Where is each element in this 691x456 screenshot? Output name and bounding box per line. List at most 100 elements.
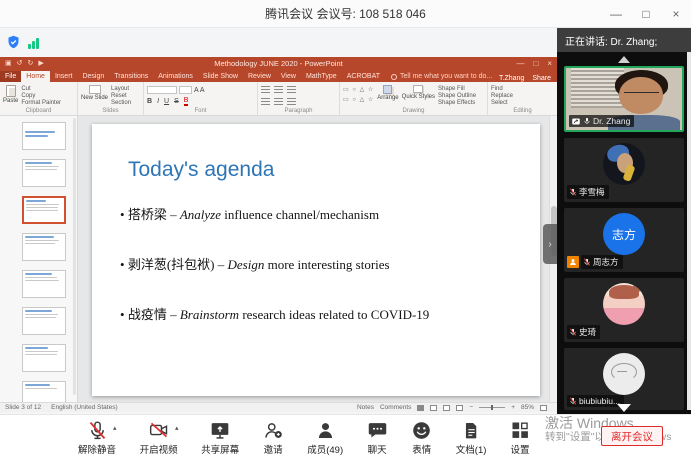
arrange-button[interactable]: Arrange [377,84,399,101]
slide-thumbnail-7[interactable] [22,344,66,372]
zoom-in-button[interactable]: + [511,404,515,411]
ribbon-group-editing: Find Replace Select Editing [491,86,532,114]
numbering-button[interactable] [274,86,283,94]
slide-bullet-1: • 搭桥梁 – Analyze influence channel/mechan… [120,207,380,222]
font-color-button[interactable]: B [183,97,189,106]
shape-effects-button[interactable]: Shape Effects [438,100,476,106]
strikethrough-button[interactable]: S [174,98,179,105]
ppt-account-name[interactable]: T.Zhang [499,75,524,82]
slide-sorter-view-icon[interactable] [430,404,438,411]
language-indicator[interactable]: English (United States) [51,404,117,411]
participant-tile-dr-zhang[interactable]: Dr. Zhang [564,66,684,132]
zoom-slider[interactable] [479,405,506,410]
scroll-up-icon[interactable] [618,56,630,63]
align-right-button[interactable] [287,98,296,106]
participant-tile-lixuemei[interactable]: 李雪梅 [564,138,684,202]
slide-thumbnail-5[interactable] [22,270,66,298]
participants-sidebar: 正在讲话: Dr. Zhang; Dr. Zhang 李雪梅 志方 周志方 史琦… [543,28,691,414]
minimize-button[interactable]: — [601,0,631,28]
grow-shrink-font-buttons[interactable]: A A [194,87,205,94]
find-button[interactable]: Find [491,86,513,92]
tab-home[interactable]: Home [21,71,50,82]
tab-acrobat[interactable]: ACROBAT [342,71,385,82]
speaking-banner: 正在讲话: Dr. Zhang; [557,28,691,52]
video-options-caret[interactable]: ▴ [175,424,179,432]
ppt-share-button[interactable]: Share [532,75,551,82]
slide-thumbnail-2[interactable] [22,159,66,187]
underline-button[interactable]: U [164,98,169,105]
chat-button[interactable]: 聊天 [367,417,388,456]
share-screen-button[interactable]: 共享屏幕 [201,417,239,456]
format-painter-button[interactable]: Format Painter [21,100,61,106]
participant-tile-shiqi[interactable]: 史琦 [564,278,684,342]
paste-button[interactable]: Paste [3,84,18,104]
tab-mathtype[interactable]: MathType [301,71,342,82]
copy-button[interactable]: Copy [21,93,61,99]
indent-button[interactable] [287,86,296,94]
replace-button[interactable]: Replace [491,93,513,99]
mic-options-caret[interactable]: ▴ [113,424,117,432]
network-signal-icon[interactable] [28,37,39,49]
close-button[interactable]: × [661,0,691,28]
quick-styles-button[interactable]: Quick Styles [402,84,435,100]
sidebar-collapse-handle[interactable]: › [543,224,557,264]
invite-button[interactable]: 邀请 [263,417,284,456]
slide-thumbnail-1[interactable] [22,122,66,150]
shape-outline-button[interactable]: Shape Outline [438,93,476,99]
zoom-level[interactable]: 85% [521,404,534,411]
tab-slide-show[interactable]: Slide Show [198,71,243,82]
bullets-button[interactable] [261,86,270,94]
select-button[interactable]: Select [491,100,513,106]
fit-to-window-icon[interactable] [540,404,547,411]
thumbnail-scrollbar[interactable] [73,118,76,396]
maximize-button[interactable]: □ [631,0,661,28]
members-button[interactable]: 成员(49) [307,417,343,456]
cut-button[interactable]: Cut [21,86,61,92]
tab-insert[interactable]: Insert [50,71,78,82]
bold-button[interactable]: B [147,98,152,105]
shapes-gallery-row2[interactable]: ▭ ○ △ ☆ [343,96,374,105]
align-center-button[interactable] [274,98,283,106]
participant-tile-biubiubiu[interactable]: biubiubiu... [564,348,684,410]
shapes-gallery[interactable]: ▭ ○ △ ☆ [343,86,374,95]
slide-thumbnail-panel [0,116,78,409]
reading-view-icon[interactable] [443,404,451,411]
shape-fill-button[interactable]: Shape Fill [438,86,476,92]
font-size-box[interactable] [179,86,192,94]
start-video-button[interactable]: ▴ 开启视频 [140,417,179,456]
layout-button[interactable]: Layout [111,86,131,92]
comments-toggle[interactable]: Comments [380,404,411,411]
settings-button[interactable]: 设置 [510,417,530,456]
ppt-close-button[interactable]: × [547,59,552,68]
tab-review[interactable]: Review [243,71,276,82]
unmute-button[interactable]: ▴ 解除静音 [78,417,117,456]
sidebar-scrollbar[interactable] [687,52,691,410]
slideshow-view-icon[interactable] [456,404,464,411]
align-left-button[interactable] [261,98,270,106]
slide-thumbnail-6[interactable] [22,307,66,335]
scroll-down-icon[interactable] [617,404,631,412]
tab-view[interactable]: View [276,71,301,82]
italic-button[interactable]: I [157,98,159,105]
tab-transitions[interactable]: Transitions [109,71,153,82]
tab-animations[interactable]: Animations [153,71,198,82]
slide-thumbnail-3-selected[interactable] [22,196,66,224]
zoom-out-button[interactable]: − [469,404,473,411]
new-slide-button[interactable]: New Slide [81,84,108,101]
reset-button[interactable]: Reset [111,93,131,99]
section-button[interactable]: Section [111,100,131,106]
emoji-button[interactable]: 表情 [411,417,432,456]
participant-tile-zhouzhifang[interactable]: 志方 周志方 [564,208,684,272]
font-name-box[interactable] [147,86,177,94]
tell-me-box[interactable]: Tell me what you want to do... [385,71,498,82]
tab-design[interactable]: Design [77,71,109,82]
ppt-maximize-button[interactable]: □ [533,59,538,68]
tab-file[interactable]: File [0,71,22,82]
notes-toggle[interactable]: Notes [357,404,374,411]
documents-button[interactable]: 文档(1) [456,417,486,456]
leave-meeting-button[interactable]: 离开会议 [601,426,663,446]
slide-thumbnail-4[interactable] [22,233,66,261]
normal-view-icon[interactable] [417,404,425,411]
ppt-minimize-button[interactable]: — [516,59,524,68]
meeting-protect-shield-icon[interactable] [6,34,21,50]
